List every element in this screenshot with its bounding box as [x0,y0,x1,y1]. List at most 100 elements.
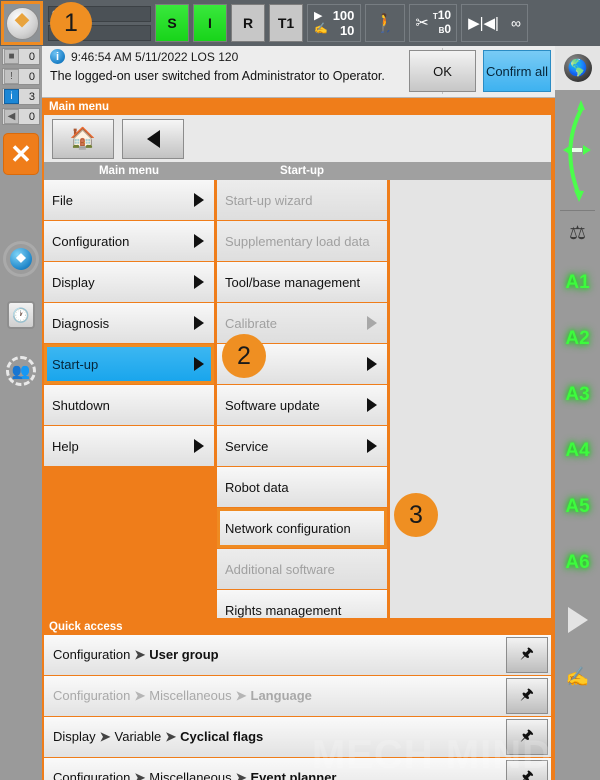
menu-item-diagnosis[interactable]: Diagnosis [44,303,214,343]
quick-access-row[interactable]: Display ➤ Variable ➤ Cyclical flags 🖈 [44,717,551,757]
increment-display[interactable]: ▶|◀| ∞ [461,4,528,42]
chevron-right-icon [194,357,204,371]
menu-item-label: Rights management [225,602,342,618]
pin-icon: 🖈 [520,767,534,780]
submenu-item-robot-data[interactable]: Robot data [217,467,387,507]
sidebar-item-user-group[interactable]: 👥 [0,343,42,399]
message-counter-row[interactable]: ◀ 0 [2,108,40,125]
submenu-item-additional-software: Additional software [217,549,387,589]
menu-item-file[interactable]: File [44,180,214,220]
submenu-item-supplementary-load-data: Supplementary load data [217,221,387,261]
close-menu-button[interactable]: ✕ [3,133,39,175]
sidebar-item-robot-settings[interactable]: ⯁ [0,231,42,287]
robot-menu-button[interactable]: ⯁ [1,1,43,45]
column-header-startup: Start-up [279,165,325,177]
menu-item-label: Network configuration [225,520,351,536]
menu-item-start-up[interactable]: Start-up [44,344,214,384]
chevron-right-icon [367,439,377,453]
back-button[interactable] [122,118,184,159]
warning-message-icon: ! [4,69,19,84]
jog-axis-a3[interactable]: A3 [555,367,600,423]
menu-item-label: Start-up wizard [225,192,313,208]
quick-access-path: Display ➤ Variable ➤ Cyclical flags [44,729,506,745]
quick-access-title: Quick access [49,621,123,633]
quick-access-path: Configuration ➤ User group [44,647,506,663]
message-panel[interactable]: i 9:46:54 AM 5/11/2022 LOS 120 The logge… [42,46,555,98]
message-buttons: OK Confirm all [409,50,551,92]
message-counter-row[interactable]: i 3 [2,88,40,105]
path-part: Configuration [53,647,131,662]
message-timestamp: 9:46:54 AM 5/11/2022 LOS 120 [71,49,239,64]
tool-base-icon: ✂ [415,15,429,32]
menu-item-help[interactable]: Help [44,426,214,466]
ok-button[interactable]: OK [409,50,476,92]
main-menu-panel: Main menu 🏠 Main menu Start-up File Conf… [42,98,555,630]
path-separator-icon: ➤ [165,729,177,744]
jog-axis-a5[interactable]: A5 [555,479,600,535]
submenu-item-network-configuration[interactable]: Network configuration [217,508,387,548]
message-counter-row[interactable]: ■ 0 [2,48,40,65]
pin-button[interactable]: 🖈 [506,637,548,673]
annotation-badge-2: 2 [222,334,266,378]
increment-icon: ▶|◀| [468,15,499,32]
menu-item-label: Help [52,438,79,454]
submenu-item-software-update[interactable]: Software update [217,385,387,425]
menu-item-display[interactable]: Display [44,262,214,302]
menu-column-3-empty [390,180,551,618]
chevron-right-icon [194,439,204,453]
hand-jog-button[interactable]: ✍ [555,649,600,704]
quick-access-row[interactable]: Configuration ➤ User group 🖈 [44,635,551,675]
pin-button[interactable]: 🖈 [506,678,548,714]
jog-globe-button[interactable]: 🌎 [555,46,600,90]
menu-column-1: File Configuration Display Diagnosis Sta… [44,180,214,618]
quick-access-path: Configuration ➤ Miscellaneous ➤ Event planne… [44,770,506,780]
clock-icon: 🕐 [7,301,35,329]
jog-axis-a2[interactable]: A2 [555,311,600,367]
message-counter-row[interactable]: ! 0 [2,68,40,85]
submenu-item-service[interactable]: Service [217,426,387,466]
menu-item-label: Calibrate [225,315,278,331]
pin-button[interactable]: 🖈 [506,719,548,755]
robot-icon: ⯁ [5,6,39,40]
chevron-right-icon [194,275,204,289]
home-button[interactable]: 🏠 [52,118,114,159]
menu-item-configuration[interactable]: Configuration [44,221,214,261]
info-message-icon: i [4,89,19,104]
jog-coordinate-button[interactable]: ⚖ [555,211,600,255]
menu-item-shutdown[interactable]: Shutdown [44,385,214,425]
status-drives[interactable]: S [155,4,189,42]
jog-mode-icon[interactable]: 🚶 [365,4,406,42]
chevron-right-icon [367,316,377,330]
quick-access-row[interactable]: Configuration ➤ Miscellaneous ➤ Event planne… [44,758,551,780]
jog-axis-a6[interactable]: A6 [555,535,600,591]
annotation-badge-3: 3 [394,493,438,537]
pin-button[interactable]: 🖈 [506,760,548,780]
path-part: Miscellaneous [149,770,232,780]
menu-item-label: Tool/base management [225,274,361,290]
status-robot[interactable]: R [231,4,265,42]
quick-access-row[interactable]: Configuration ➤ Miscellaneous ➤ Language 🖈 [44,676,551,716]
info-icon: i [50,49,65,64]
override-display[interactable]: ▶ ✍ 100 10 [307,4,362,42]
increment-value: ∞ [510,15,521,31]
tool-base-display[interactable]: ✂ T10 B0 [409,4,458,42]
jog-axis-a4[interactable]: A4 [555,423,600,479]
operating-mode[interactable]: T1 [269,4,303,42]
path-part: Configuration [53,688,131,703]
sidebar-item-clock[interactable]: 🕐 [0,287,42,343]
play-button[interactable] [555,591,600,649]
path-separator-icon: ➤ [235,688,247,703]
submenu-item-tool-base-management[interactable]: Tool/base management [217,262,387,302]
path-separator-icon: ➤ [235,770,247,780]
submenu-item-start-up-wizard: Start-up wizard [217,180,387,220]
chevron-right-icon [194,316,204,330]
tool-number: 10 [437,8,452,22]
path-separator-icon: ➤ [134,770,146,780]
main-menu-title: Main menu [49,101,110,113]
right-sidebar: 🌎 ⚖ A1 A2 A3 A4 A5 A6 ✍ [555,46,600,780]
confirm-all-button[interactable]: Confirm all [483,50,551,92]
jog-direction-icon[interactable] [555,90,600,210]
jog-axis-a1[interactable]: A1 [555,255,600,311]
warning-message-count: 0 [28,70,35,83]
status-interpreter[interactable]: I [193,4,227,42]
